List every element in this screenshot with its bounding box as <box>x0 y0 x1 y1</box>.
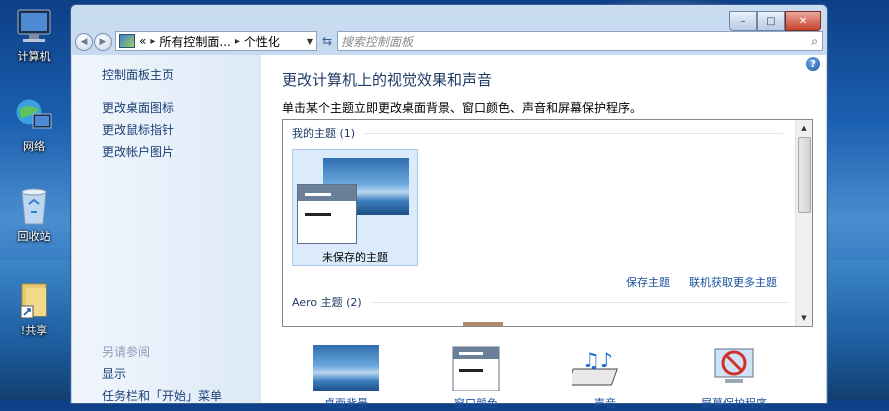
window-color-preview <box>297 184 357 244</box>
search-icon[interactable]: ⌕ <box>811 34 818 49</box>
theme-tile-unsaved[interactable]: 未保存的主题 <box>292 149 418 266</box>
desktop-icon-computer[interactable]: 计算机 <box>6 6 62 64</box>
close-button[interactable]: ✕ <box>785 11 821 31</box>
network-icon <box>13 96 55 136</box>
back-button[interactable]: ◀ <box>75 33 93 51</box>
group-divider <box>369 301 790 303</box>
help-icon[interactable]: ? <box>806 57 820 71</box>
group-my-themes: 我的主题 (1) <box>292 125 784 141</box>
group-label: 我的主题 (1) <box>292 127 356 140</box>
main-content: ? 更改计算机上的视觉效果和声音 单击某个主题立即更改桌面背景、窗口颜色、声音和… <box>261 55 826 410</box>
link-get-more-themes[interactable]: 联机获取更多主题 <box>689 274 777 290</box>
item-label: 桌面背景 <box>324 397 368 410</box>
group-aero-themes: Aero 主题 (2) <box>292 294 790 310</box>
theme-tile-label: 未保存的主题 <box>322 251 388 264</box>
back-arrow-icon: ◀ <box>80 37 88 47</box>
sounds-item[interactable]: ♫♪ 声音 <box>566 345 640 411</box>
link-taskbar-start-menu[interactable]: 任务栏和「开始」菜单 <box>102 387 222 404</box>
address-overflow-chevron[interactable]: « <box>139 34 146 48</box>
scrollbar-thumb[interactable] <box>798 137 811 213</box>
shared-folder-icon <box>13 280 55 320</box>
caption-buttons: – □ ✕ <box>729 11 821 31</box>
maximize-button[interactable]: □ <box>757 11 785 31</box>
recycle-bin-icon <box>13 186 55 226</box>
svg-text:♫♪: ♫♪ <box>582 348 613 372</box>
control-panel-window: – □ ✕ ◀ ▶ « ▸ 所有控制面... ▸ 个性化 ▼ ⇆ 搜索控制面板 … <box>70 4 828 410</box>
wallpaper-icon <box>313 345 379 391</box>
scroll-down-icon[interactable]: ▼ <box>796 310 812 326</box>
desktop-background-item[interactable]: 桌面背景 <box>311 345 381 411</box>
search-input[interactable]: 搜索控制面板 ⌕ <box>337 31 823 51</box>
address-dropdown-icon[interactable]: ▼ <box>307 37 313 46</box>
navigation-bar: ◀ ▶ « ▸ 所有控制面... ▸ 个性化 ▼ ⇆ 搜索控制面板 ⌕ <box>75 31 823 53</box>
vertical-scrollbar[interactable]: ▲ ▼ <box>795 120 812 326</box>
see-also-heading: 另请参阅 <box>102 345 151 359</box>
breadcrumb-all-control-panel[interactable]: 所有控制面... <box>159 33 230 50</box>
screen-saver-icon <box>701 345 767 391</box>
link-save-theme[interactable]: 保存主题 <box>626 274 670 290</box>
desktop-icon-recycle-bin[interactable]: 回收站 <box>6 186 62 244</box>
scroll-up-icon[interactable]: ▲ <box>796 120 812 136</box>
breadcrumb-personalization[interactable]: 个性化 <box>244 33 280 50</box>
left-task-pane: 控制面板主页 更改桌面图标 更改鼠标指针 更改帐户图片 另请参阅 显示 任务栏和… <box>72 55 261 403</box>
item-label: 窗口颜色 <box>454 397 498 410</box>
search-placeholder: 搜索控制面板 <box>341 34 414 49</box>
screen-saver-item[interactable]: 屏幕保护程序 <box>699 345 769 411</box>
window-color-icon <box>443 345 509 392</box>
group-divider <box>363 132 784 134</box>
control-panel-icon <box>119 34 135 48</box>
desktop-icon-label: !共享 <box>20 324 48 337</box>
desktop-icon-label: 网络 <box>23 140 45 153</box>
desktop-icon-label: 回收站 <box>17 230 51 243</box>
item-label: 屏幕保护程序 <box>701 397 767 410</box>
aero-theme-thumbnail-edge <box>463 322 503 326</box>
window-color-item[interactable]: 窗口颜色 <box>441 345 511 411</box>
computer-icon <box>13 6 55 46</box>
link-change-account-picture[interactable]: 更改帐户图片 <box>102 143 174 160</box>
page-subtitle: 单击某个主题立即更改桌面背景、窗口颜色、声音和屏幕保护程序。 <box>282 101 643 115</box>
desktop-icon-network[interactable]: 网络 <box>6 96 62 154</box>
forward-button[interactable]: ▶ <box>94 33 112 51</box>
link-control-panel-home[interactable]: 控制面板主页 <box>102 66 174 83</box>
item-label: 声音 <box>594 397 616 410</box>
theme-list: 我的主题 (1) 未保存的主题 保存主题 联机获取更多主题 Aero 主题 (2… <box>282 119 813 327</box>
group-label: Aero 主题 (2) <box>292 296 362 309</box>
desktop-icon-shared[interactable]: !共享 <box>6 280 62 338</box>
sounds-icon: ♫♪ <box>566 345 638 391</box>
link-change-mouse-pointers[interactable]: 更改鼠标指针 <box>102 121 174 138</box>
refresh-icon: ⇆ <box>321 34 333 48</box>
address-separator-icon[interactable]: ▸ <box>150 36 155 47</box>
address-bar[interactable]: « ▸ 所有控制面... ▸ 个性化 ▼ <box>115 31 317 51</box>
refresh-button[interactable]: ⇆ <box>319 32 335 50</box>
page-title: 更改计算机上的视觉效果和声音 <box>282 71 493 89</box>
link-change-desktop-icons[interactable]: 更改桌面图标 <box>102 99 174 116</box>
desktop-icon-label: 计算机 <box>17 50 51 63</box>
minimize-button[interactable]: – <box>729 11 757 31</box>
link-display[interactable]: 显示 <box>102 365 126 382</box>
address-separator-icon[interactable]: ▸ <box>235 36 240 47</box>
forward-arrow-icon: ▶ <box>99 37 107 47</box>
